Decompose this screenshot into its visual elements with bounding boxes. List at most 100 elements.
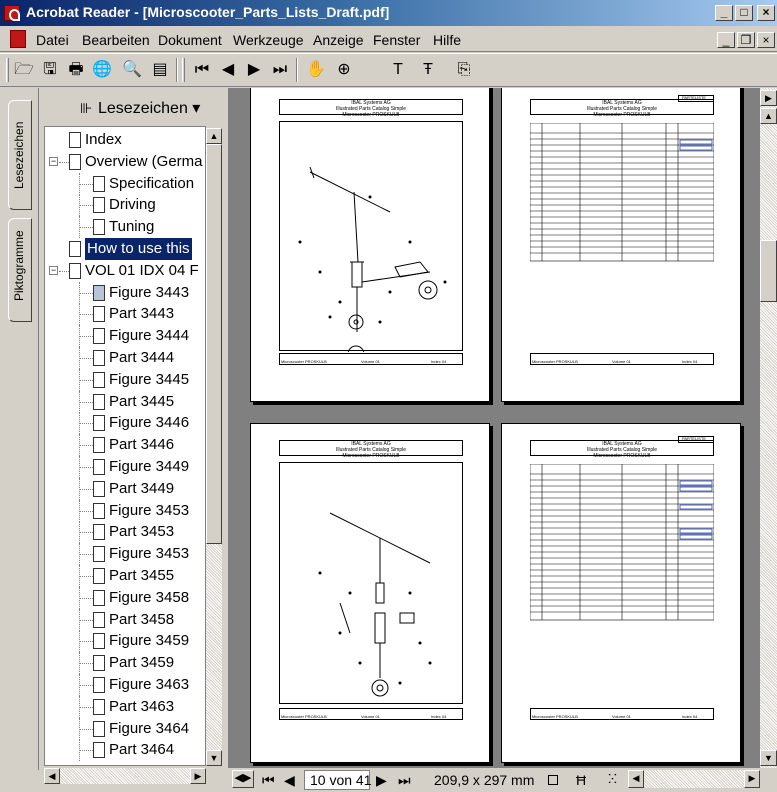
bookmark-item[interactable]: Figure 3443 [45, 281, 205, 304]
previous-page-icon[interactable]: ◀ [216, 59, 240, 81]
bookmark-item[interactable]: Part 3446 [45, 434, 205, 457]
doc-restore-button[interactable]: ❐ [737, 32, 755, 48]
bookmark-item[interactable]: How to use this [45, 238, 205, 260]
bookmark-item[interactable]: Figure 3453 [45, 543, 205, 566]
bookmark-item[interactable]: Figure 3464 [45, 717, 205, 740]
status-previous-page-icon[interactable]: ◀ [284, 772, 295, 789]
menu-werkzeuge[interactable]: Werkzeuge [233, 32, 304, 48]
collapse-icon[interactable]: − [49, 265, 58, 275]
document-scrollbar[interactable] [760, 88, 777, 768]
bookmark-item[interactable]: Part 3445 [45, 390, 205, 413]
scroll-down-icon[interactable]: ▼ [206, 750, 222, 766]
bookmark-item[interactable]: Specification [45, 172, 205, 195]
toolbar-grip[interactable] [6, 58, 9, 82]
bookmark-item[interactable]: Figure 3458 [45, 586, 205, 609]
scroll-up-icon[interactable]: ▲ [206, 128, 222, 144]
bookmark-item[interactable]: Part 3455 [45, 565, 205, 587]
tree-connector [79, 390, 80, 413]
continuous-icon[interactable]: Ħ [576, 772, 586, 788]
page-footer-mid: Volume 01 [612, 714, 631, 719]
bookmark-item[interactable]: Figure 3459 [45, 630, 205, 653]
menu-hilfe[interactable]: Hilfe [433, 32, 461, 48]
bookmark-options-icon[interactable]: ⊪ [80, 100, 92, 117]
toolbar-grip[interactable] [182, 58, 185, 82]
doc-minimize-button[interactable]: _ [717, 32, 735, 48]
bookmark-item[interactable]: − VOL 01 IDX 04 F [45, 260, 205, 282]
text-select-icon[interactable]: T [386, 59, 410, 81]
scroll-right-icon[interactable]: ▶ [744, 770, 760, 788]
document-view[interactable]: IBAL Systems AG Illustrated Parts Catalo… [228, 88, 760, 768]
minimize-button[interactable]: _ [715, 5, 733, 21]
search-icon[interactable]: 🔍 [120, 59, 144, 81]
bookmark-item[interactable]: Part 3463 [45, 695, 205, 718]
tab-thumbnails[interactable]: Piktogramme [8, 218, 32, 322]
bookmark-item[interactable]: Part 3444 [45, 347, 205, 369]
save-icon[interactable]: 🖫 [38, 59, 62, 81]
open-icon[interactable]: 🗁 [12, 59, 36, 81]
bookmarks-menu-button[interactable]: Lesezeichen ▾ [98, 98, 200, 118]
bookmark-item[interactable]: Index [45, 129, 205, 151]
bookmarks-scroll-thumb[interactable] [206, 144, 222, 544]
menu-fenster[interactable]: Fenster [373, 32, 420, 48]
close-button[interactable]: × [757, 5, 775, 21]
scroll-right-panel-icon[interactable]: ▶ [760, 90, 777, 106]
tree-connector [79, 368, 80, 391]
collapse-icon[interactable]: − [49, 156, 58, 166]
bookmarks-tree[interactable]: Index − Overview (Germa Specification Drivin… [44, 126, 206, 766]
bookmark-item[interactable]: Driving [45, 194, 205, 217]
zoom-tool-icon[interactable]: ⊕ [332, 59, 356, 81]
scroll-left-icon[interactable]: ◀ [44, 768, 60, 784]
acrobat-app-icon[interactable] [4, 5, 20, 21]
document-scroll-thumb[interactable] [760, 240, 777, 302]
scroll-left-icon[interactable]: ◀ [628, 770, 644, 788]
bookmark-item[interactable]: Part 3443 [45, 303, 205, 326]
scroll-down-icon[interactable]: ▼ [760, 750, 777, 766]
first-page-icon[interactable]: ⏮ [190, 59, 214, 81]
bookmark-item[interactable]: Figure 3449 [45, 456, 205, 478]
menu-bearbeiten[interactable]: Bearbeiten [82, 32, 150, 48]
bookmark-item[interactable]: Part 3459 [45, 652, 205, 675]
menu-datei[interactable]: Datei [36, 32, 69, 48]
bookmark-item[interactable]: Tuning [45, 216, 205, 239]
doc-close-button[interactable]: × [757, 32, 775, 48]
bookmark-item[interactable]: Figure 3453 [45, 499, 205, 522]
parts-tag: PARTELISTE [682, 436, 707, 441]
last-page-icon[interactable]: ⏭ [268, 59, 292, 81]
bookmark-item[interactable]: Figure 3445 [45, 368, 205, 391]
bookmark-item[interactable]: Part 3453 [45, 521, 205, 544]
tab-bookmarks[interactable]: Lesezeichen [8, 100, 32, 210]
email-icon[interactable]: 🌐 [90, 59, 114, 81]
bookmarks-hscrollbar[interactable] [44, 768, 206, 784]
single-page-icon[interactable] [548, 775, 558, 785]
tree-connector [79, 728, 93, 730]
status-last-page-icon[interactable]: ⏭ [398, 772, 411, 789]
bookmark-page-icon [93, 502, 105, 519]
status-first-page-icon[interactable]: ⏮ [262, 772, 275, 789]
horizontal-scrollbar[interactable] [628, 770, 760, 788]
next-page-icon[interactable]: ▶ [242, 59, 266, 81]
document-icon[interactable] [10, 30, 26, 48]
bookmark-item[interactable]: Figure 3444 [45, 325, 205, 348]
bookmark-item[interactable]: Figure 3446 [45, 412, 205, 435]
menu-dokument[interactable]: Dokument [158, 32, 222, 48]
scroll-up-icon[interactable]: ▲ [760, 108, 777, 124]
bookmark-page-icon [93, 546, 105, 563]
facing-pages-icon[interactable]: ⵘ [608, 772, 617, 786]
print-icon[interactable]: 🖶 [64, 59, 88, 81]
bookmark-item[interactable]: Part 3449 [45, 477, 205, 500]
scroll-right-icon[interactable]: ▶ [190, 768, 206, 784]
bookmark-item[interactable]: Part 3464 [45, 739, 205, 762]
bookmark-item[interactable]: − Overview (Germa [45, 151, 205, 173]
hand-tool-icon[interactable]: ✋ [304, 59, 328, 81]
bookmark-label: Index [85, 131, 122, 148]
maximize-button[interactable]: □ [735, 5, 753, 21]
bookmark-page-icon [93, 284, 105, 301]
bookmark-item[interactable]: Figure 3463 [45, 674, 205, 696]
bookmark-item[interactable]: Part 3458 [45, 608, 205, 631]
split-view-icon[interactable]: ◀▶ [232, 770, 254, 788]
menu-anzeige[interactable]: Anzeige [313, 32, 364, 48]
panel-toggle-icon[interactable]: ▤ [148, 59, 172, 81]
snapshot-icon[interactable]: ⎘ [452, 59, 476, 81]
status-next-page-icon[interactable]: ▶ [376, 772, 387, 789]
table-select-icon[interactable]: Ŧ [416, 59, 440, 81]
